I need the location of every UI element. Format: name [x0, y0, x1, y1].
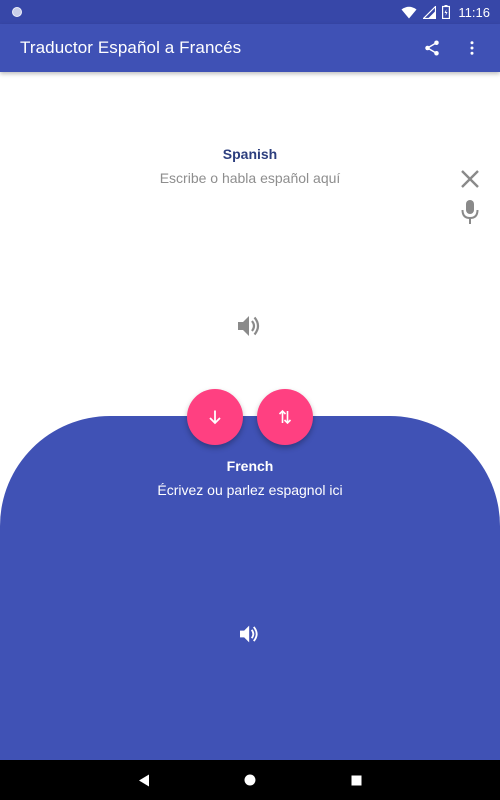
voice-input-button[interactable]	[455, 197, 485, 227]
cell-signal-icon	[423, 5, 437, 19]
system-nav-bar	[0, 760, 500, 800]
nav-recents-button[interactable]	[344, 768, 368, 792]
battery-icon	[442, 5, 451, 19]
status-right: 11:16	[401, 5, 490, 20]
status-bar: 11:16	[0, 0, 500, 24]
target-language-label: French	[226, 458, 274, 474]
more-vert-icon	[470, 41, 474, 55]
source-text-input[interactable]	[100, 170, 400, 186]
share-icon	[425, 40, 439, 56]
app-screen: 11:16 Traductor Español a Francés Spanis…	[0, 0, 500, 800]
back-triangle-icon	[139, 774, 149, 786]
swap-languages-button[interactable]	[257, 389, 313, 445]
microphone-icon	[461, 200, 479, 224]
translate-button[interactable]	[187, 389, 243, 445]
source-language-label: Spanish	[222, 146, 278, 162]
wifi-icon	[401, 6, 417, 19]
status-left	[12, 7, 22, 17]
clear-button[interactable]	[455, 164, 485, 194]
app-bar: Traductor Español a Francés	[0, 24, 500, 72]
volume-up-icon	[240, 625, 258, 643]
source-speak-button[interactable]	[235, 312, 265, 340]
home-circle-icon	[244, 774, 256, 786]
volume-up-icon	[238, 316, 260, 336]
nav-home-button[interactable]	[238, 768, 262, 792]
target-translation-text: Écrivez ou parlez espagnol ici	[157, 482, 343, 498]
arrow-down-icon	[209, 410, 221, 425]
share-button[interactable]	[412, 28, 452, 68]
recents-square-icon	[351, 775, 361, 785]
status-time: 11:16	[458, 4, 490, 20]
app-title: Traductor Español a Francés	[20, 38, 242, 57]
swap-vertical-icon	[278, 409, 292, 425]
target-speak-button[interactable]	[235, 620, 265, 648]
nav-back-button[interactable]	[132, 768, 156, 792]
overflow-menu-button[interactable]	[452, 28, 492, 68]
notification-icon	[12, 7, 22, 17]
close-icon	[461, 170, 479, 188]
app-actions	[412, 28, 492, 68]
